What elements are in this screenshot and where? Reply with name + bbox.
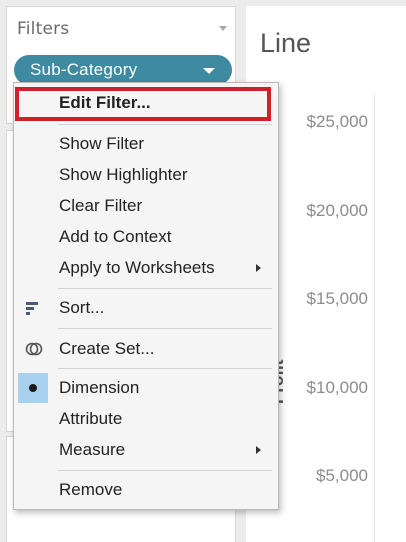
filters-shelf-title: Filters (17, 19, 70, 39)
filter-pill-context-menu: Edit Filter... Show Filter Show Highligh… (13, 82, 279, 510)
menu-item-label: Show Filter (59, 134, 145, 153)
y-axis-tick: $15,000 (306, 289, 368, 308)
menu-item-show-filter[interactable]: Show Filter (14, 130, 278, 160)
menu-separator (58, 124, 272, 125)
bullet-dot-icon (24, 378, 44, 398)
menu-item-create-set[interactable]: Create Set... (14, 335, 278, 365)
tableau-worksheet: Filters Sub-Category Line $25,000 $20,00… (0, 0, 406, 542)
menu-item-label: Apply to Worksheets (59, 258, 215, 277)
worksheet-title: Line (260, 28, 312, 58)
menu-item-add-to-context[interactable]: Add to Context (14, 223, 278, 253)
filter-pill-label: Sub-Category (30, 60, 138, 79)
menu-item-clear-filter[interactable]: Clear Filter (14, 192, 278, 222)
menu-separator (58, 288, 272, 289)
menu-item-label: Show Highlighter (59, 165, 188, 184)
y-axis-tick: $5,000 (316, 466, 368, 485)
y-axis-tick: $25,000 (306, 112, 368, 131)
menu-item-label: Edit Filter... (59, 93, 151, 112)
menu-separator (58, 368, 272, 369)
submenu-arrow-icon (256, 264, 261, 272)
menu-item-remove[interactable]: Remove (14, 476, 278, 506)
menu-item-edit-filter[interactable]: Edit Filter... (14, 89, 278, 119)
menu-item-show-highlighter[interactable]: Show Highlighter (14, 161, 278, 191)
menu-item-label: Clear Filter (59, 196, 143, 215)
submenu-arrow-icon (256, 446, 261, 454)
menu-item-apply-to-worksheets[interactable]: Apply to Worksheets (14, 254, 278, 284)
sort-icon (24, 298, 44, 318)
menu-item-sort[interactable]: Sort... (14, 294, 278, 324)
menu-separator (58, 470, 272, 471)
menu-item-measure[interactable]: Measure (14, 436, 278, 466)
menu-separator (58, 328, 272, 329)
menu-item-label: Attribute (59, 409, 123, 428)
menu-item-label: Create Set... (59, 339, 155, 358)
filters-shelf-menu-caret-icon[interactable] (219, 26, 227, 31)
menu-item-label: Add to Context (59, 227, 172, 246)
menu-item-label: Sort... (59, 298, 105, 317)
menu-item-label: Measure (59, 440, 126, 459)
menu-item-label: Remove (59, 480, 123, 499)
y-axis-line (374, 94, 375, 542)
pill-dropdown-caret-icon[interactable] (203, 68, 215, 74)
menu-item-dimension[interactable]: Dimension (14, 373, 278, 404)
y-axis-tick: $10,000 (306, 378, 368, 397)
venn-set-icon (24, 339, 44, 359)
menu-item-label: Dimension (59, 378, 140, 397)
y-axis-tick: $20,000 (306, 201, 368, 220)
menu-item-attribute[interactable]: Attribute (14, 405, 278, 435)
sub-category-filter-pill[interactable]: Sub-Category (14, 55, 232, 85)
